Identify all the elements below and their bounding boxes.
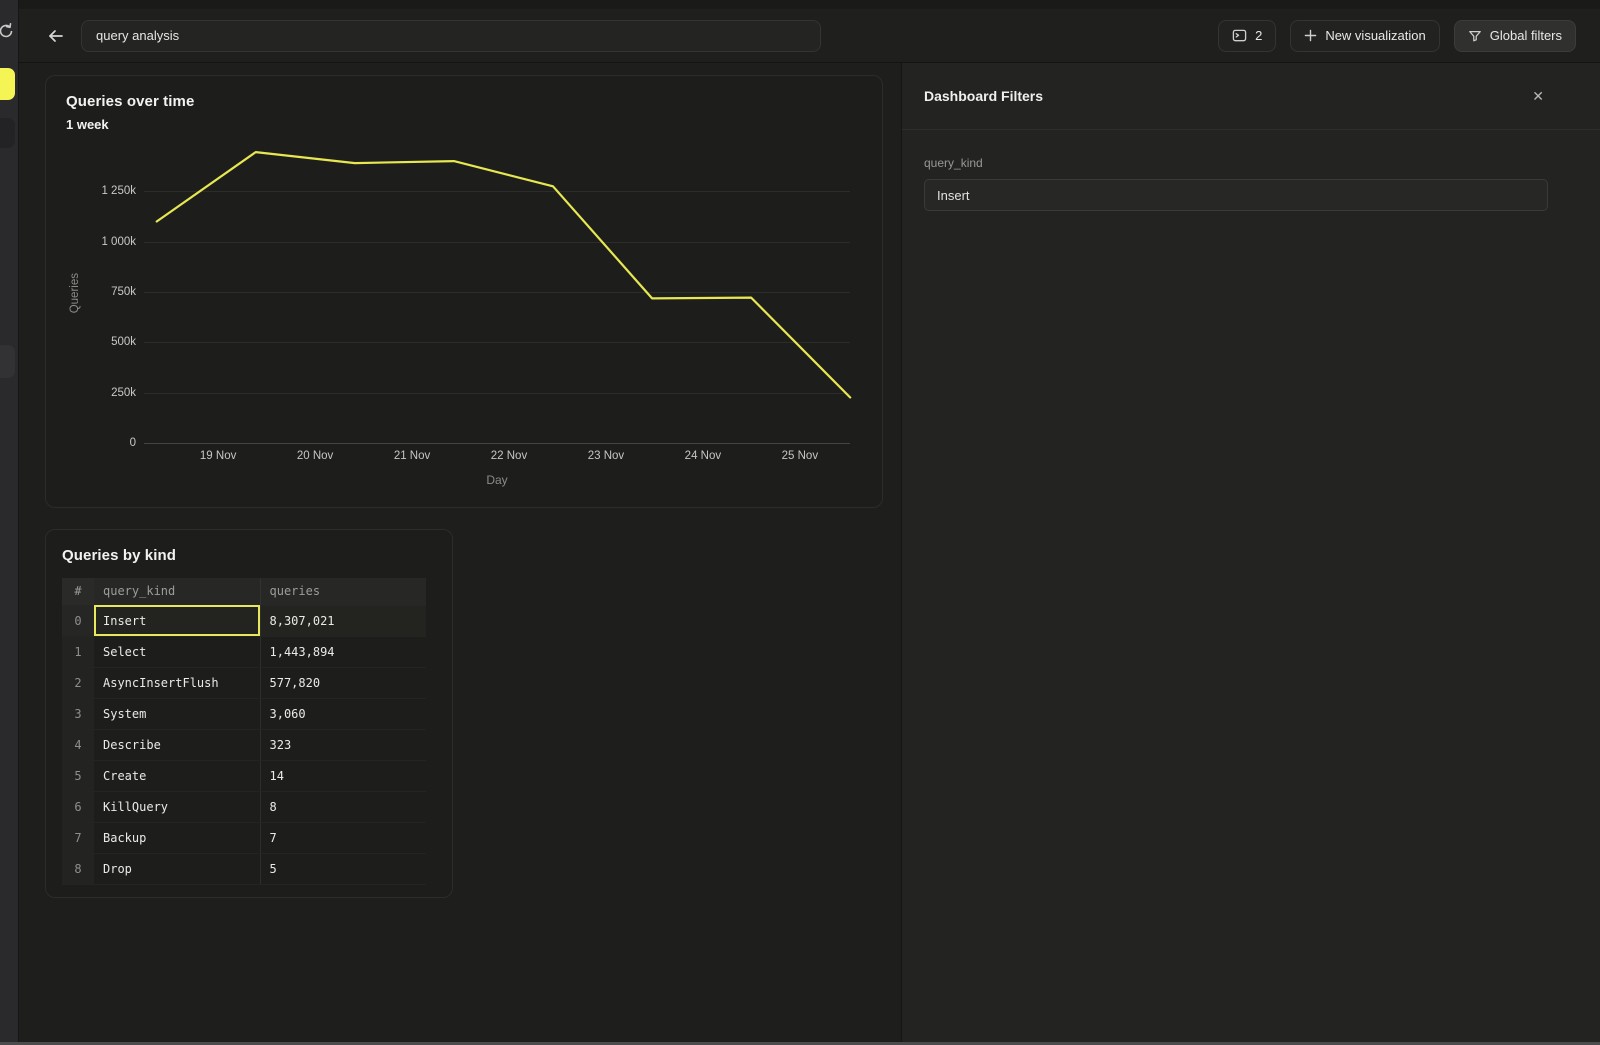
table-header-row: #query_kindqueries [62,578,426,605]
table-title: Queries by kind [62,547,436,564]
row-index-cell: 2 [62,667,94,698]
sidebar-item[interactable] [0,118,15,148]
row-index-cell: 5 [62,760,94,791]
table-row: 6KillQuery8 [62,791,426,822]
query-kind-cell[interactable]: Drop [94,853,260,884]
x-tick-label: 19 Nov [200,450,236,462]
x-tick-label: 25 Nov [782,450,818,462]
terminal-window-icon [1232,28,1247,43]
y-tick-label: 1 000k [101,236,136,248]
table-row: 7Backup7 [62,822,426,853]
query-kind-cell[interactable]: AsyncInsertFlush [94,667,260,698]
chart-title: Queries over time [66,93,862,110]
queries-value-cell[interactable]: 1,443,894 [260,636,426,667]
new-visualization-label: New visualization [1325,28,1425,43]
plus-icon [1304,29,1317,42]
table-column-header[interactable]: # [62,578,94,605]
query-kind-filter-select[interactable]: Insert [924,179,1548,211]
table-row: 3System3,060 [62,698,426,729]
sidebar-item[interactable] [0,345,15,378]
dashboard-filters-panel: Dashboard Filters ✕ query_kind Insert [901,63,1600,1045]
y-axis-title: Queries [66,143,84,443]
row-index-cell: 3 [62,698,94,729]
funnel-icon [1468,29,1482,43]
topbar: 2 New visualization Global filters [19,9,1600,63]
chart-gridline [144,443,850,444]
queries-value-cell[interactable]: 323 [260,729,426,760]
dashboard-canvas: Queries over time 1 week Queries 0250k50… [19,63,901,1045]
left-sidebar [0,0,19,1045]
close-icon[interactable]: ✕ [1528,85,1548,107]
sidebar-item-active[interactable] [0,68,15,100]
filters-panel-title: Dashboard Filters [924,88,1043,104]
table-row: 8Drop5 [62,853,426,884]
y-tick-label: 750k [111,286,136,298]
app-window: 2 New visualization Global filters [0,0,1600,1045]
filters-panel-body: query_kind Insert [902,130,1600,211]
table-row: 1Select1,443,894 [62,636,426,667]
table-column-header[interactable]: queries [260,578,426,605]
query-kind-cell[interactable]: KillQuery [94,791,260,822]
queries-value-cell[interactable]: 7 [260,822,426,853]
y-tick-label: 500k [111,336,136,348]
chart-line [157,152,851,397]
arrow-left-icon [46,26,66,46]
queries-value-cell[interactable]: 3,060 [260,698,426,729]
chart-plot[interactable] [144,143,850,443]
table-card-queries-by-kind: Queries by kind #query_kindqueries 0Inse… [45,529,453,898]
row-index-cell: 4 [62,729,94,760]
query-kind-cell[interactable]: Backup [94,822,260,853]
chart: Queries 0250k500k750k1 000k1 250k [66,143,862,443]
row-index-cell: 6 [62,791,94,822]
y-tick-label: 250k [111,387,136,399]
query-kind-cell[interactable]: Insert [94,605,260,636]
filter-field-label: query_kind [924,156,1548,170]
x-tick-label: 20 Nov [297,450,333,462]
x-axis-title: Day [144,473,850,487]
console-count-button[interactable]: 2 [1218,20,1276,52]
refresh-icon[interactable] [0,22,15,40]
query-kind-cell[interactable]: Describe [94,729,260,760]
console-count: 2 [1255,28,1262,43]
y-tick-label: 1 250k [101,185,136,197]
x-tick-label: 21 Nov [394,450,430,462]
queries-value-cell[interactable]: 5 [260,853,426,884]
back-button[interactable] [45,25,67,47]
chart-svg [144,143,850,443]
query-kind-cell[interactable]: Create [94,760,260,791]
table-row: 2AsyncInsertFlush577,820 [62,667,426,698]
table-column-header[interactable]: query_kind [94,578,260,605]
table-row: 0Insert8,307,021 [62,605,426,636]
queries-value-cell[interactable]: 8 [260,791,426,822]
chart-subtitle: 1 week [66,117,862,132]
new-visualization-button[interactable]: New visualization [1290,20,1439,52]
x-tick-label: 22 Nov [491,450,527,462]
filter-selected-value: Insert [937,188,970,203]
query-kind-cell[interactable]: System [94,698,260,729]
queries-by-kind-table: #query_kindqueries 0Insert8,307,0211Sele… [62,578,426,885]
dashboard-title-input[interactable] [81,20,821,52]
row-index-cell: 8 [62,853,94,884]
row-index-cell: 0 [62,605,94,636]
row-index-cell: 7 [62,822,94,853]
x-tick-label: 24 Nov [685,450,721,462]
filters-panel-header: Dashboard Filters ✕ [902,63,1600,129]
table-body: 0Insert8,307,0211Select1,443,8942AsyncIn… [62,605,426,884]
table-row: 4Describe323 [62,729,426,760]
chart-y-ticks: 0250k500k750k1 000k1 250k [84,143,144,443]
chart-card-queries-over-time: Queries over time 1 week Queries 0 250k 50… [45,75,883,508]
global-filters-label: Global filters [1490,28,1562,43]
queries-value-cell[interactable]: 577,820 [260,667,426,698]
queries-value-cell[interactable]: 8,307,021 [260,605,426,636]
global-filters-button[interactable]: Global filters [1454,20,1576,52]
chart-x-labels: 19 Nov 20 Nov 21 Nov 22 Nov 23 Nov 24 Nov 25 N… [144,450,850,468]
y-tick-label: 0 [130,437,136,449]
queries-value-cell[interactable]: 14 [260,760,426,791]
table-row: 5Create14 [62,760,426,791]
query-kind-cell[interactable]: Select [94,636,260,667]
window-top-strip [19,0,1600,9]
x-tick-label: 23 Nov [588,450,624,462]
row-index-cell: 1 [62,636,94,667]
